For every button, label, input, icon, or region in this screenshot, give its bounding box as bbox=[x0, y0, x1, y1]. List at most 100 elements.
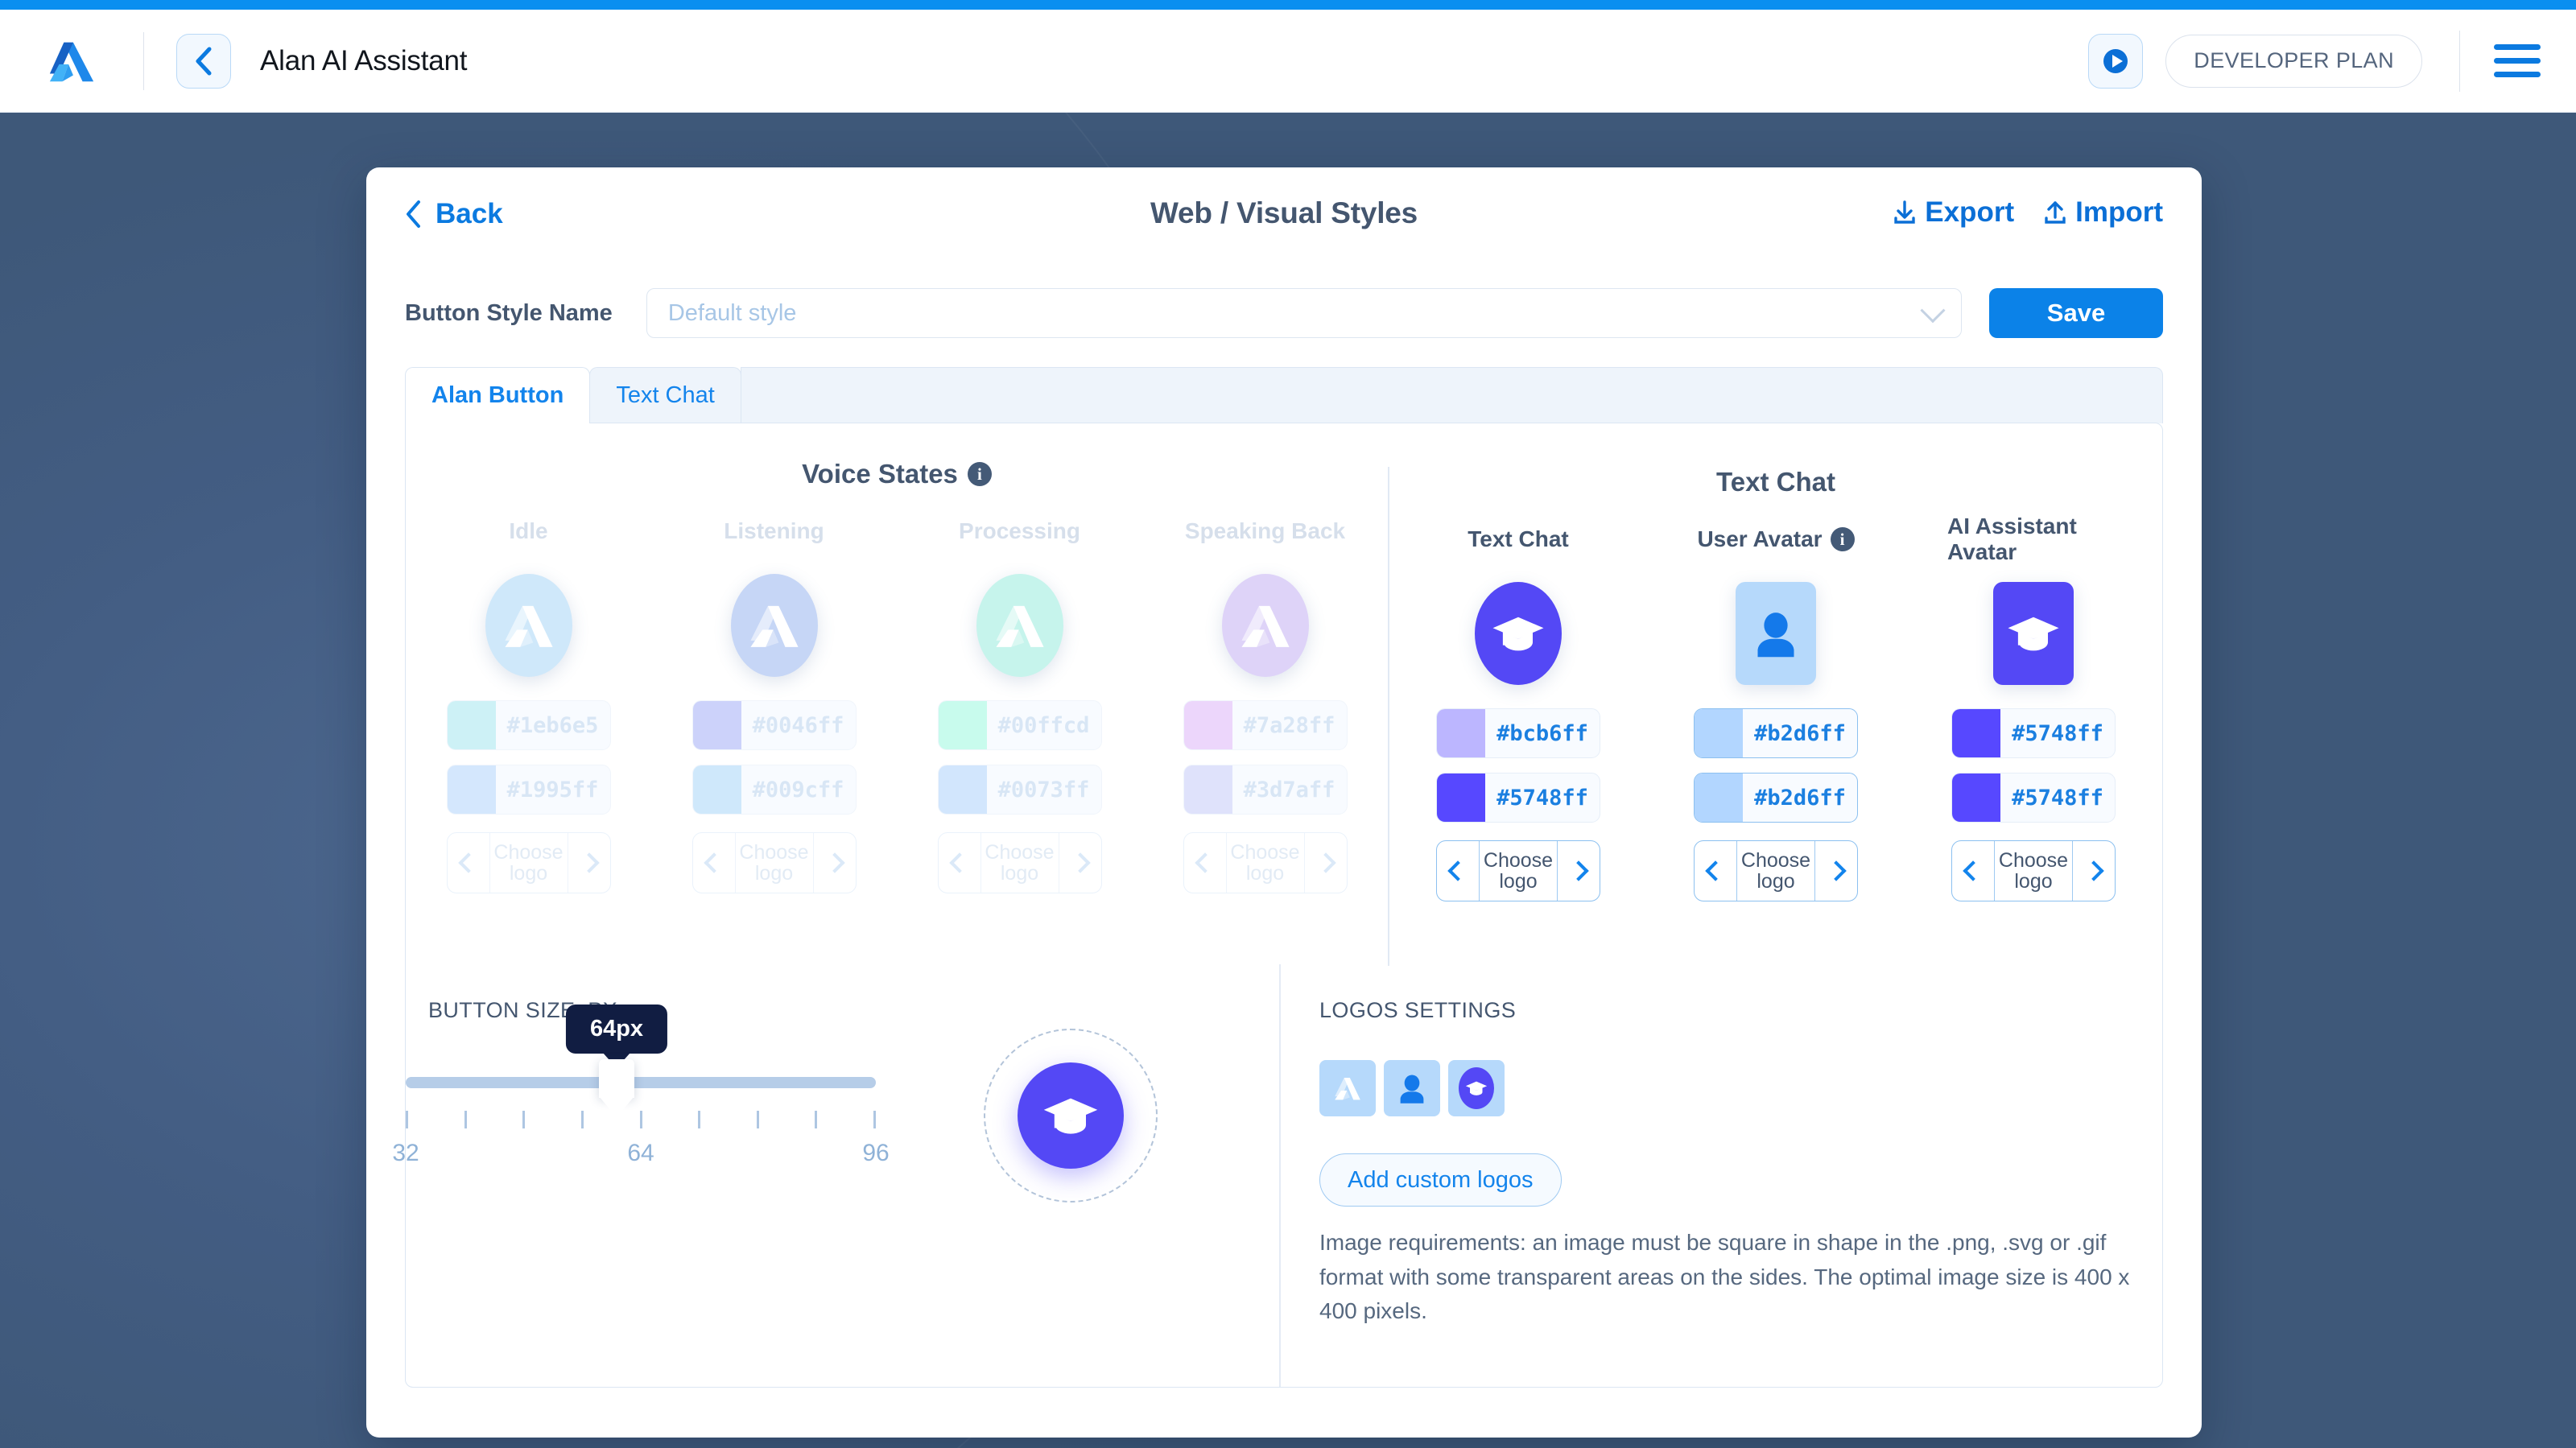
color-chip bbox=[939, 765, 987, 814]
logo-next-button[interactable] bbox=[1558, 841, 1600, 901]
logo-prev-button[interactable] bbox=[1695, 841, 1736, 901]
color-swatch-voice-1-1[interactable]: #009cff bbox=[692, 765, 857, 815]
logo-picker-chat-2[interactable]: Chooselogo bbox=[1951, 840, 2116, 901]
logo-next-button[interactable] bbox=[568, 833, 610, 893]
logo-picker-chat-0[interactable]: Chooselogo bbox=[1436, 840, 1600, 901]
color-swatch-chat-0-0[interactable]: #bcb6ff bbox=[1436, 708, 1600, 758]
logo-prev-button[interactable] bbox=[939, 833, 980, 893]
chevron-left-icon bbox=[1963, 860, 1983, 881]
import-button[interactable]: Import bbox=[2041, 196, 2163, 229]
color-swatch-chat-1-1[interactable]: #b2d6ff bbox=[1694, 773, 1858, 823]
export-label: Export bbox=[1925, 196, 2014, 229]
style-name-row: Button Style Name Default style Save bbox=[366, 288, 2202, 338]
chevron-right-icon bbox=[1315, 852, 1335, 873]
slider-tick bbox=[815, 1111, 817, 1128]
logo-circle bbox=[1459, 1067, 1494, 1109]
info-icon[interactable]: i bbox=[968, 462, 992, 486]
color-swatch-chat-2-0[interactable]: #5748ff bbox=[1951, 708, 2116, 758]
slider-tick bbox=[406, 1111, 408, 1128]
header-back-button[interactable] bbox=[176, 34, 231, 89]
color-swatch-chat-1-0[interactable]: #b2d6ff bbox=[1694, 708, 1858, 758]
color-swatch-chat-0-1[interactable]: #5748ff bbox=[1436, 773, 1600, 823]
play-button[interactable] bbox=[2088, 34, 2143, 89]
logo-next-button[interactable] bbox=[814, 833, 856, 893]
color-swatch-voice-0-1[interactable]: #1995ff bbox=[447, 765, 611, 815]
choose-logo-label[interactable]: Chooselogo bbox=[735, 833, 814, 893]
color-swatch-chat-2-1[interactable]: #5748ff bbox=[1951, 773, 2116, 823]
color-swatch-voice-1-0[interactable]: #0046ff bbox=[692, 700, 857, 750]
color-hex-value: #5748ff bbox=[1485, 786, 1600, 811]
color-chip bbox=[1695, 774, 1743, 822]
logos-strip bbox=[1319, 1060, 2162, 1116]
choose-logo-label[interactable]: Chooselogo bbox=[980, 833, 1059, 893]
choose-logo-label[interactable]: Chooselogo bbox=[1736, 841, 1815, 901]
button-size-section: BUTTON SIZE, PX 64px 326496 bbox=[406, 964, 1279, 1387]
color-chip bbox=[1952, 709, 2000, 757]
logo-picker-voice-1[interactable]: Chooselogo bbox=[692, 832, 857, 893]
state-preview-shape bbox=[485, 574, 572, 677]
tab-panel: Voice States i Idle #1eb6e5 #1995ff bbox=[405, 423, 2163, 1388]
logo-prev-button[interactable] bbox=[448, 833, 489, 893]
choose-logo-label[interactable]: Chooselogo bbox=[1226, 833, 1305, 893]
tab-alan-button[interactable]: Alan Button bbox=[405, 367, 590, 423]
choose-logo-label[interactable]: Chooselogo bbox=[1479, 841, 1558, 901]
logo-picker-voice-3[interactable]: Chooselogo bbox=[1183, 832, 1348, 893]
preview-button[interactable] bbox=[1018, 1062, 1124, 1169]
button-size-caption: BUTTON SIZE, PX bbox=[428, 998, 1279, 1023]
logo-prev-button[interactable] bbox=[1437, 841, 1479, 901]
color-chip bbox=[693, 765, 741, 814]
export-button[interactable]: Export bbox=[1891, 196, 2014, 229]
color-swatch-voice-2-1[interactable]: #0073ff bbox=[938, 765, 1102, 815]
color-hex-value: #b2d6ff bbox=[1743, 721, 1857, 746]
logo-next-button[interactable] bbox=[2073, 841, 2115, 901]
color-hex-value: #bcb6ff bbox=[1485, 721, 1600, 746]
tab-text-chat[interactable]: Text Chat bbox=[589, 367, 741, 423]
page-title: Alan AI Assistant bbox=[260, 45, 467, 77]
chevron-right-icon bbox=[2083, 860, 2103, 881]
download-icon bbox=[1891, 199, 1918, 226]
logo-picker-voice-0[interactable]: Chooselogo bbox=[447, 832, 611, 893]
logo-prev-button[interactable] bbox=[693, 833, 735, 893]
chevron-left-icon bbox=[458, 852, 478, 873]
chevron-right-icon bbox=[1568, 860, 1588, 881]
color-swatch-voice-2-0[interactable]: #00ffcd bbox=[938, 700, 1102, 750]
button-size-preview bbox=[984, 1029, 1158, 1203]
state-preview-shape bbox=[976, 574, 1063, 677]
slider-tick bbox=[873, 1111, 876, 1128]
hamburger-menu-icon[interactable] bbox=[2494, 44, 2541, 77]
logo-next-button[interactable] bbox=[1059, 833, 1101, 893]
logo-prev-button[interactable] bbox=[1184, 833, 1226, 893]
logo-tile-2[interactable] bbox=[1448, 1060, 1505, 1116]
color-swatch-voice-0-0[interactable]: #1eb6e5 bbox=[447, 700, 611, 750]
logo-next-button[interactable] bbox=[1305, 833, 1347, 893]
top-accent-bar bbox=[0, 0, 2576, 10]
color-swatch-voice-3-0[interactable]: #7a28ff bbox=[1183, 700, 1348, 750]
logo-picker-chat-1[interactable]: Chooselogo bbox=[1694, 840, 1858, 901]
add-custom-logos-button[interactable]: Add custom logos bbox=[1319, 1153, 1562, 1207]
save-button[interactable]: Save bbox=[1989, 288, 2163, 338]
logo-next-button[interactable] bbox=[1815, 841, 1857, 901]
color-hex-value: #00ffcd bbox=[987, 713, 1101, 738]
state-column-chat-2: AI Assistant Avatar #5748ff #5748ff Choo… bbox=[1947, 523, 2120, 901]
card-header-actions: Export Import bbox=[1891, 196, 2163, 229]
choose-logo-label[interactable]: Chooselogo bbox=[1994, 841, 2073, 901]
logo-picker-voice-2[interactable]: Chooselogo bbox=[938, 832, 1102, 893]
choose-logo-label[interactable]: Chooselogo bbox=[489, 833, 568, 893]
slider-thumb[interactable] bbox=[599, 1059, 634, 1098]
color-chip bbox=[1437, 709, 1485, 757]
logo-tile-0[interactable] bbox=[1319, 1060, 1376, 1116]
state-preview-shape bbox=[731, 574, 818, 677]
slider-track[interactable] bbox=[406, 1077, 876, 1088]
color-chip bbox=[1437, 774, 1485, 822]
logo-tile-1[interactable] bbox=[1384, 1060, 1440, 1116]
info-icon[interactable]: i bbox=[1831, 527, 1855, 551]
plan-badge[interactable]: DEVELOPER PLAN bbox=[2165, 35, 2422, 88]
state-preview-shape bbox=[1222, 574, 1309, 677]
color-swatch-voice-3-1[interactable]: #3d7aff bbox=[1183, 765, 1348, 815]
chevron-right-icon bbox=[1070, 852, 1090, 873]
logo-prev-button[interactable] bbox=[1952, 841, 1994, 901]
upload-icon bbox=[2041, 199, 2069, 226]
style-name-select[interactable]: Default style bbox=[646, 288, 1962, 338]
brand-logo[interactable] bbox=[0, 36, 143, 86]
slider-tick bbox=[698, 1111, 700, 1128]
